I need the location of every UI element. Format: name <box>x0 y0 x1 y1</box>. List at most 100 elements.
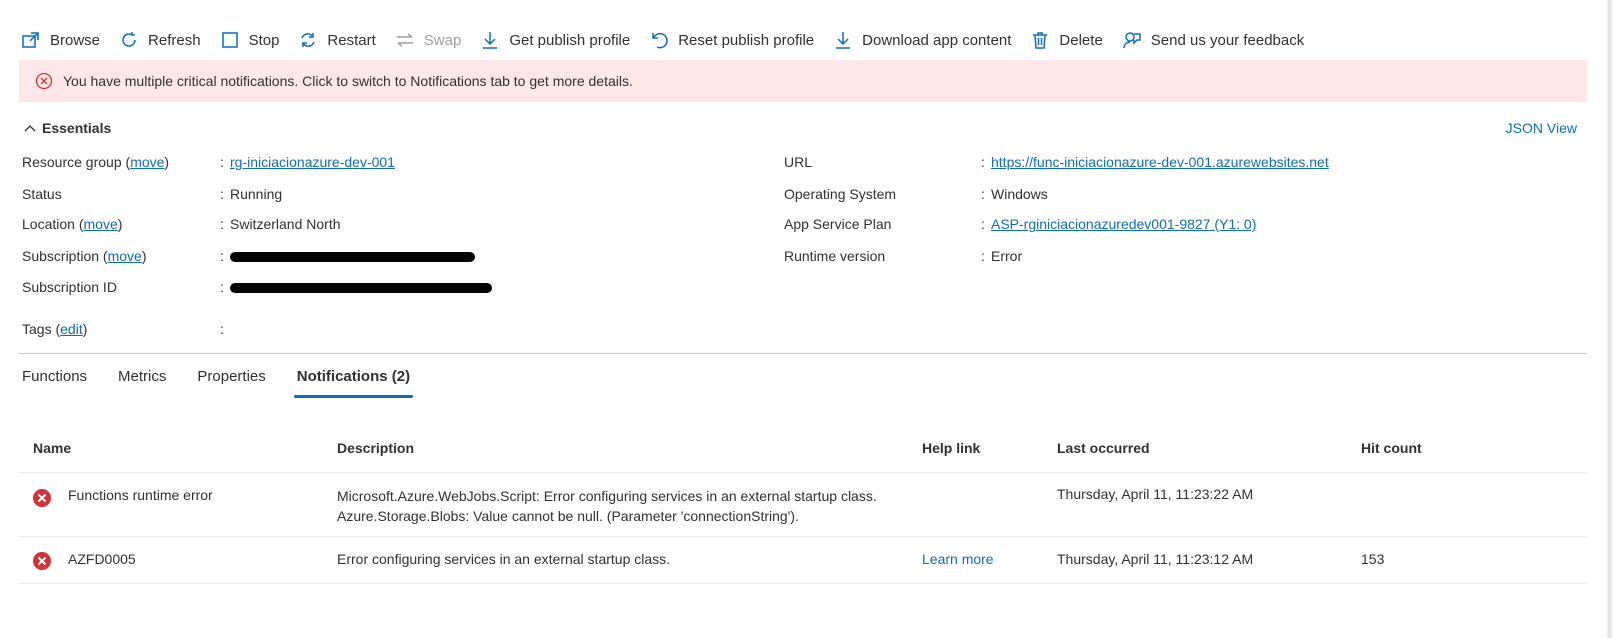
location-move-link[interactable]: move <box>84 216 118 232</box>
location-row: Location (move) : Switzerland North <box>22 214 762 234</box>
browse-icon <box>20 29 42 51</box>
download-app-content-button[interactable]: Download app content <box>832 29 1011 51</box>
table-header: Name Description Help link Last occurred… <box>19 425 1587 473</box>
colon: : <box>981 186 985 202</box>
table-row[interactable]: Functions runtime error Microsoft.Azure.… <box>19 473 1587 537</box>
colon: : <box>220 186 224 202</box>
column-header-description[interactable]: Description <box>337 440 414 456</box>
refresh-button[interactable]: Refresh <box>118 29 201 51</box>
feedback-label: Send us your feedback <box>1150 31 1305 49</box>
refresh-label: Refresh <box>148 31 201 49</box>
stop-icon <box>219 29 241 51</box>
description-line: Microsoft.Azure.WebJobs.Script: Error co… <box>337 488 877 504</box>
essentials-toggle[interactable]: Essentials <box>22 120 111 136</box>
swap-button[interactable]: Swap <box>394 29 462 51</box>
reset-publish-profile-label: Reset publish profile <box>678 31 815 49</box>
notification-description: Error configuring services in an externa… <box>337 551 671 567</box>
url-value[interactable]: https://func-iniciacionazure-dev-001.azu… <box>991 152 1329 172</box>
colon: : <box>981 216 985 232</box>
download-app-content-label: Download app content <box>862 31 1012 49</box>
get-publish-profile-button[interactable]: Get publish profile <box>479 29 630 51</box>
error-circle-icon <box>35 72 53 90</box>
runtime-version-value: Error <box>991 248 1023 264</box>
swap-icon <box>394 29 416 51</box>
description-line: Azure.Storage.Blobs: Value cannot be nul… <box>337 508 799 524</box>
resource-group-row: Resource group (move) : rg-iniciacionazu… <box>22 152 762 172</box>
url-row: URL : https://func-iniciacionazure-dev-0… <box>784 152 1564 172</box>
error-icon <box>33 489 51 507</box>
notification-name: Functions runtime error <box>68 487 213 503</box>
essentials-divider <box>19 353 1587 354</box>
banner-text: You have multiple critical notifications… <box>63 73 633 89</box>
feedback-icon <box>1121 29 1143 51</box>
runtime-version-label: Runtime version <box>784 248 886 264</box>
os-value: Windows <box>991 186 1048 202</box>
download-icon <box>832 29 854 51</box>
json-view-link[interactable]: JSON View <box>1506 120 1577 136</box>
subscription-move-link[interactable]: move <box>108 248 142 264</box>
last-occurred-value: Thursday, April 11, 11:23:22 AM <box>1057 486 1254 502</box>
panel-edge <box>1606 0 1614 638</box>
tags-row: Tags (edit) : <box>22 319 762 339</box>
app-service-plan-row: App Service Plan : ASP-rginiciacionazure… <box>784 214 1564 234</box>
refresh-icon <box>118 29 140 51</box>
column-header-help-link[interactable]: Help link <box>922 440 980 456</box>
resource-group-value[interactable]: rg-iniciacionazure-dev-001 <box>230 152 395 172</box>
notification-name: AZFD0005 <box>68 551 136 567</box>
colon: : <box>220 154 224 170</box>
tab-functions[interactable]: Functions <box>22 364 87 404</box>
undo-icon <box>648 29 670 51</box>
essentials-title: Essentials <box>42 120 112 136</box>
status-label: Status <box>22 186 62 202</box>
subscription-row: Subscription (move) : <box>22 246 762 266</box>
subscription-id-label: Subscription ID <box>22 279 117 295</box>
app-service-plan-value[interactable]: ASP-rginiciacionazuredev001-9827 (Y1: 0) <box>991 214 1256 234</box>
resource-group-move-link[interactable]: move <box>130 154 164 170</box>
colon: : <box>220 321 224 337</box>
reset-publish-profile-button[interactable]: Reset publish profile <box>648 29 814 51</box>
colon: : <box>220 248 224 264</box>
download-icon <box>479 29 501 51</box>
location-value: Switzerland North <box>230 216 341 232</box>
stop-label: Stop <box>248 31 280 49</box>
tab-notifications[interactable]: Notifications (2) <box>293 364 414 404</box>
hit-count-value: 153 <box>1361 551 1385 567</box>
chevron-up-icon <box>24 125 36 132</box>
colon: : <box>220 216 224 232</box>
restart-button[interactable]: Restart <box>297 29 376 51</box>
subscription-value-redacted[interactable] <box>230 246 475 266</box>
notification-description: Microsoft.Azure.WebJobs.Script: Error co… <box>337 486 877 526</box>
column-header-last-occurred[interactable]: Last occurred <box>1057 440 1150 456</box>
os-row: Operating System : Windows <box>784 184 1564 204</box>
critical-notifications-banner[interactable]: You have multiple critical notifications… <box>19 60 1587 102</box>
subscription-id-row: Subscription ID : <box>22 277 762 297</box>
restart-label: Restart <box>327 31 376 49</box>
get-publish-profile-label: Get publish profile <box>509 31 631 49</box>
tab-properties[interactable]: Properties <box>197 364 265 404</box>
url-label: URL <box>784 154 813 170</box>
status-value: Running <box>230 186 283 202</box>
resource-group-label: Resource group (move) <box>22 154 170 170</box>
runtime-version-row: Runtime version : Error <box>784 246 1564 266</box>
delete-button[interactable]: Delete <box>1029 29 1103 51</box>
last-occurred-value: Thursday, April 11, 11:23:12 AM <box>1057 551 1254 567</box>
command-bar: Browse Refresh Stop Restart Swap Get pub… <box>20 24 1322 56</box>
column-header-hit-count[interactable]: Hit count <box>1361 440 1422 456</box>
column-header-name[interactable]: Name <box>33 440 71 456</box>
feedback-button[interactable]: Send us your feedback <box>1121 29 1304 51</box>
os-label: Operating System <box>784 186 897 202</box>
restart-icon <box>297 29 319 51</box>
table-row[interactable]: AZFD0005 Error configuring services in a… <box>19 537 1587 584</box>
learn-more-link[interactable]: Learn more <box>922 551 994 567</box>
stop-button[interactable]: Stop <box>219 29 280 51</box>
location-label: Location (move) <box>22 216 123 232</box>
subscription-label: Subscription (move) <box>22 248 147 264</box>
browse-label: Browse <box>50 31 101 49</box>
tab-metrics[interactable]: Metrics <box>118 364 166 404</box>
subscription-id-value-redacted <box>230 277 492 297</box>
swap-label: Swap <box>423 31 462 49</box>
tags-edit-link[interactable]: edit <box>60 321 83 337</box>
colon: : <box>981 248 985 264</box>
browse-button[interactable]: Browse <box>20 29 100 51</box>
delete-icon <box>1029 29 1051 51</box>
